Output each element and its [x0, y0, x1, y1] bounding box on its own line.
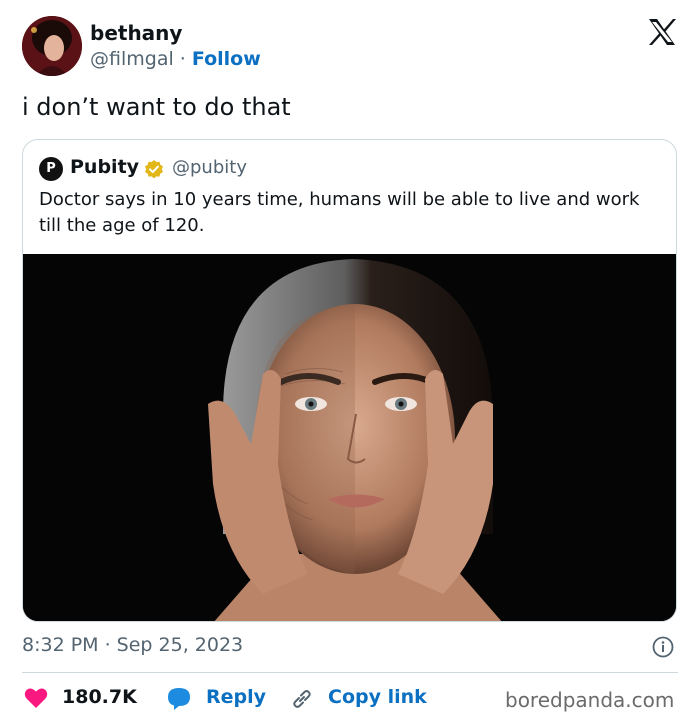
- copy-link-button[interactable]: Copy link: [290, 685, 430, 711]
- reply-button[interactable]: Reply: [166, 685, 276, 711]
- author-handle[interactable]: @filmgal: [90, 48, 174, 70]
- tweet-text: i don’t want to do that: [22, 93, 291, 121]
- copy-link-label: Copy link: [328, 686, 427, 708]
- quoted-author-name[interactable]: Pubity: [70, 156, 139, 178]
- quoted-avatar[interactable]: P: [39, 157, 63, 181]
- like-count: 180.7K: [62, 686, 137, 708]
- divider: [22, 672, 678, 673]
- quoted-photo[interactable]: [23, 254, 676, 621]
- x-logo-icon[interactable]: [647, 18, 677, 46]
- reply-label: Reply: [206, 686, 267, 708]
- watermark: boredpanda.com: [505, 688, 675, 712]
- quoted-handle[interactable]: @pubity: [172, 157, 247, 178]
- link-icon: [293, 690, 311, 708]
- like-button[interactable]: 180.7K: [24, 685, 144, 711]
- verified-badge-icon: [145, 160, 163, 179]
- speech-bubble-icon: [168, 688, 190, 710]
- follow-button[interactable]: Follow: [192, 48, 261, 70]
- info-icon[interactable]: [652, 636, 674, 658]
- author-name[interactable]: bethany: [90, 21, 182, 45]
- heart-icon: [24, 688, 48, 708]
- quoted-tweet[interactable]: P Pubity @pubity Doctor says in 10 years…: [22, 139, 677, 622]
- quoted-text: Doctor says in 10 years time, humans wil…: [39, 189, 640, 236]
- author-handle-row: @filmgal · Follow: [90, 48, 261, 70]
- author-avatar[interactable]: [22, 16, 82, 76]
- tweet-timestamp[interactable]: 8:32 PM · Sep 25, 2023: [22, 634, 243, 656]
- handle-separator: ·: [179, 48, 186, 70]
